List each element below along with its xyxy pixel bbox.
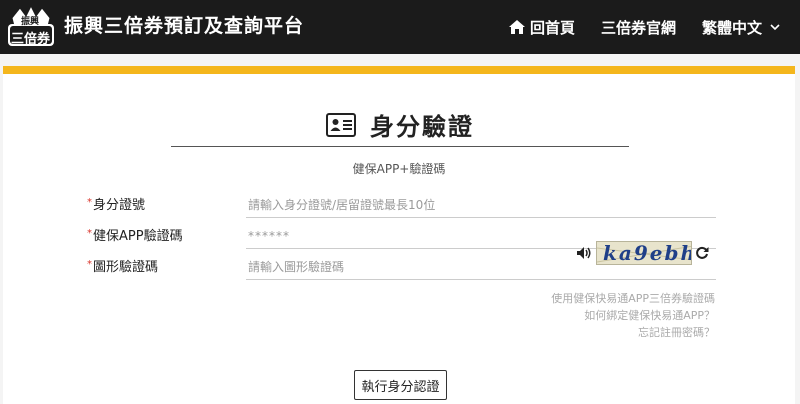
help-link-bind-app[interactable]: 如何綁定健保快易通APP？ [551, 307, 715, 324]
captcha-label: *圖形驗證碼 [87, 254, 158, 283]
help-link-app-code[interactable]: 使用健保快易通APP三倍券驗證碼 [551, 290, 715, 307]
nav-home-label: 回首頁 [529, 18, 575, 37]
logo-text-top: 振興 [21, 17, 40, 27]
site-title: 振興三倍券預訂及查詢平台 [64, 15, 305, 37]
page-title: 身分驗證 [370, 113, 474, 141]
help-links: 使用健保快易通APP三倍券驗證碼 如何綁定健保快易通APP？ 忘記註冊密碼？ [551, 290, 715, 341]
submit-verification-button[interactable]: 執行身分認證 [354, 370, 447, 400]
id-label: *身分證號 [87, 192, 145, 221]
title-bar: 身分驗證 [171, 103, 629, 147]
required-mark: * [87, 259, 92, 270]
refresh-captcha-icon[interactable] [695, 246, 709, 260]
id-number-input[interactable] [246, 192, 716, 218]
required-mark: * [87, 228, 92, 239]
app-code-label-text: 健保APP驗證碼 [93, 229, 183, 244]
nav-home[interactable]: 回首頁 [508, 17, 575, 38]
home-icon [508, 20, 525, 34]
help-link-forgot-password[interactable]: 忘記註冊密碼？ [551, 324, 715, 341]
logo-text-bottom: 三倍券 [11, 32, 51, 47]
captcha-label-text: 圖形驗證碼 [93, 260, 159, 275]
captcha-text: ka9ebh [603, 241, 692, 265]
id-card-icon [326, 112, 356, 137]
chevron-down-icon [770, 23, 780, 30]
speaker-icon[interactable] [576, 246, 592, 260]
top-header: 振興 三倍券 振興三倍券預訂及查詢平台 回首頁 三倍券官網 繁體中文 [0, 0, 800, 54]
id-row: *身分證號 [3, 192, 795, 220]
nav-official-label: 三倍券官網 [600, 18, 676, 37]
app-code-label: *健保APP驗證碼 [87, 223, 183, 252]
subtitle: 健保APP+驗證碼 [352, 162, 446, 176]
verification-card: 身分驗證 健保APP+驗證碼 *身分證號 *健保APP驗證碼 *圖形驗證碼 ka… [3, 66, 795, 404]
language-label: 繁體中文 [701, 18, 762, 37]
language-select[interactable]: 繁體中文 [702, 17, 784, 38]
captcha-image: ka9ebh [596, 241, 692, 265]
top-nav: 回首頁 三倍券官網 繁體中文 [482, 0, 784, 54]
required-mark: * [87, 197, 92, 208]
logo[interactable]: 振興 三倍券 [6, 4, 56, 50]
id-label-text: 身分證號 [93, 198, 146, 213]
nav-official-site[interactable]: 三倍券官網 [601, 17, 676, 38]
